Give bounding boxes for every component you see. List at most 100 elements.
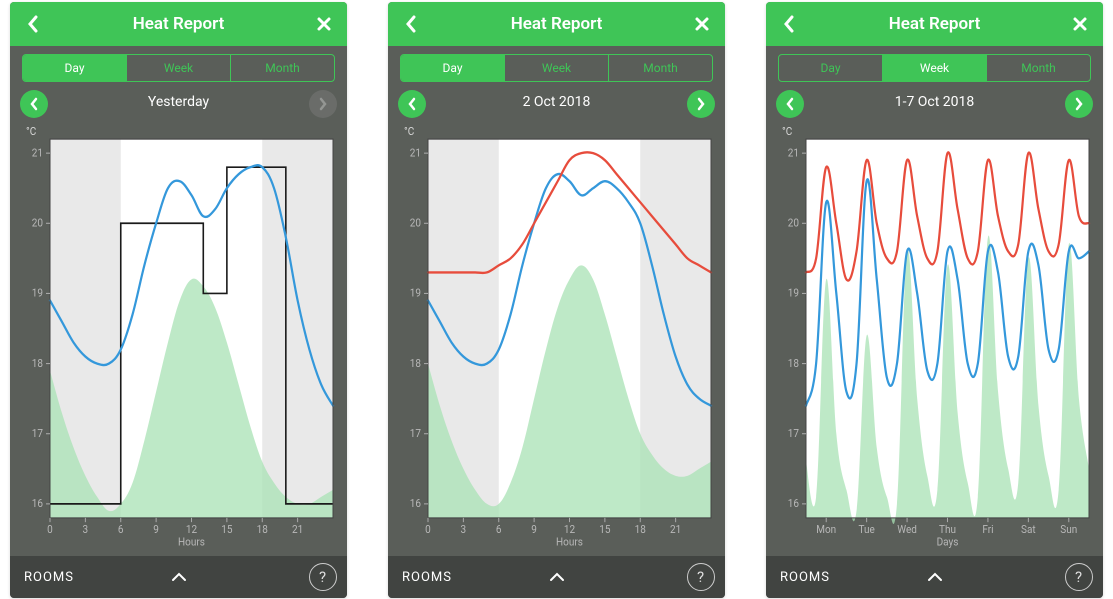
svg-text:21: 21: [410, 146, 421, 159]
svg-text:19: 19: [410, 286, 421, 299]
svg-text:Sun: Sun: [1060, 523, 1077, 536]
expand-rooms-button[interactable]: [926, 571, 944, 583]
date-label: 2 Oct 2018: [523, 94, 591, 110]
chevron-left-icon: [785, 97, 795, 111]
temperature-chart-day: °C161718192021036912151821Hours: [20, 122, 337, 550]
expand-rooms-button[interactable]: [548, 571, 566, 583]
period-segmented-control: Day Week Month: [778, 54, 1091, 82]
svg-text:19: 19: [788, 286, 799, 299]
tab-day[interactable]: Day: [401, 55, 505, 81]
tab-month[interactable]: Month: [231, 55, 334, 81]
svg-text:Tue: Tue: [858, 523, 875, 536]
chevron-up-icon: [548, 571, 566, 583]
close-icon: [1072, 16, 1088, 32]
svg-text:°C: °C: [26, 125, 36, 138]
prev-day-button[interactable]: [20, 90, 48, 118]
chevron-left-icon: [26, 14, 40, 34]
svg-text:6: 6: [118, 523, 124, 536]
titlebar: Heat Report: [766, 2, 1103, 46]
date-label: Yesterday: [148, 94, 209, 110]
svg-text:16: 16: [32, 497, 43, 510]
svg-text:18: 18: [32, 356, 43, 369]
chevron-left-icon: [782, 14, 796, 34]
svg-text:21: 21: [670, 523, 681, 536]
close-icon: [316, 16, 332, 32]
svg-text:12: 12: [186, 523, 197, 536]
svg-text:20: 20: [788, 216, 799, 229]
tab-week[interactable]: Week: [127, 55, 231, 81]
chevron-right-icon: [696, 97, 706, 111]
titlebar: Heat Report: [388, 2, 725, 46]
help-button[interactable]: ?: [1065, 563, 1093, 591]
expand-rooms-button[interactable]: [170, 571, 188, 583]
svg-text:Thu: Thu: [939, 523, 956, 536]
help-icon: ?: [697, 568, 705, 586]
svg-text:Wed: Wed: [897, 523, 917, 536]
page-title: Heat Report: [511, 14, 603, 34]
temperature-chart-day: °C161718192021036912151821Hours: [398, 122, 715, 550]
svg-text:Hours: Hours: [556, 535, 583, 548]
help-button[interactable]: ?: [687, 563, 715, 591]
svg-text:15: 15: [599, 523, 610, 536]
next-week-button[interactable]: [1065, 90, 1093, 118]
svg-text:3: 3: [461, 523, 467, 536]
chevron-left-icon: [404, 14, 418, 34]
help-icon: ?: [1075, 568, 1083, 586]
heat-report-screen-week: Heat Report Day Week Month 1-7 Oct 2018 …: [766, 2, 1103, 598]
prev-day-button[interactable]: [398, 90, 426, 118]
chevron-right-icon: [318, 97, 328, 111]
help-button[interactable]: ?: [309, 563, 337, 591]
back-button[interactable]: [774, 2, 804, 46]
svg-text:18: 18: [410, 356, 421, 369]
next-day-button[interactable]: [687, 90, 715, 118]
period-segmented-control: Day Week Month: [22, 54, 335, 82]
svg-text:9: 9: [153, 523, 159, 536]
back-button[interactable]: [18, 2, 48, 46]
prev-week-button[interactable]: [776, 90, 804, 118]
tab-month[interactable]: Month: [609, 55, 712, 81]
close-button[interactable]: [309, 2, 339, 46]
svg-text:Fri: Fri: [982, 523, 993, 536]
svg-text:17: 17: [410, 427, 421, 440]
tab-day[interactable]: Day: [779, 55, 883, 81]
titlebar: Heat Report: [10, 2, 347, 46]
close-icon: [694, 16, 710, 32]
svg-text:20: 20: [410, 216, 421, 229]
chevron-up-icon: [170, 571, 188, 583]
tab-week[interactable]: Week: [883, 55, 987, 81]
svg-text:°C: °C: [404, 125, 414, 138]
tab-month[interactable]: Month: [987, 55, 1090, 81]
svg-text:Mon: Mon: [816, 523, 836, 536]
rooms-button-label[interactable]: ROOMS: [402, 570, 452, 585]
svg-text:18: 18: [788, 356, 799, 369]
bottom-bar: ROOMS ?: [10, 556, 347, 598]
date-navigator: 1-7 Oct 2018: [766, 86, 1103, 118]
tab-day[interactable]: Day: [23, 55, 127, 81]
close-button[interactable]: [1065, 2, 1095, 46]
svg-text:21: 21: [788, 146, 799, 159]
date-label: 1-7 Oct 2018: [895, 94, 975, 110]
svg-text:°C: °C: [782, 125, 792, 138]
svg-text:18: 18: [635, 523, 646, 536]
rooms-button-label[interactable]: ROOMS: [780, 570, 830, 585]
svg-text:15: 15: [221, 523, 232, 536]
svg-text:Sat: Sat: [1021, 523, 1036, 536]
svg-text:19: 19: [32, 286, 43, 299]
chevron-right-icon: [1074, 97, 1084, 111]
tab-week[interactable]: Week: [505, 55, 609, 81]
close-button[interactable]: [687, 2, 717, 46]
svg-text:17: 17: [788, 427, 799, 440]
svg-text:3: 3: [83, 523, 89, 536]
svg-text:16: 16: [410, 497, 421, 510]
svg-text:16: 16: [788, 497, 799, 510]
bottom-bar: ROOMS ?: [388, 556, 725, 598]
back-button[interactable]: [396, 2, 426, 46]
svg-text:17: 17: [32, 427, 43, 440]
rooms-button-label[interactable]: ROOMS: [24, 570, 74, 585]
help-icon: ?: [319, 568, 327, 586]
heat-report-screen-day-date: Heat Report Day Week Month 2 Oct 2018 °C…: [388, 2, 725, 598]
svg-text:0: 0: [425, 523, 431, 536]
page-title: Heat Report: [133, 14, 225, 34]
chevron-up-icon: [926, 571, 944, 583]
svg-text:20: 20: [32, 216, 43, 229]
